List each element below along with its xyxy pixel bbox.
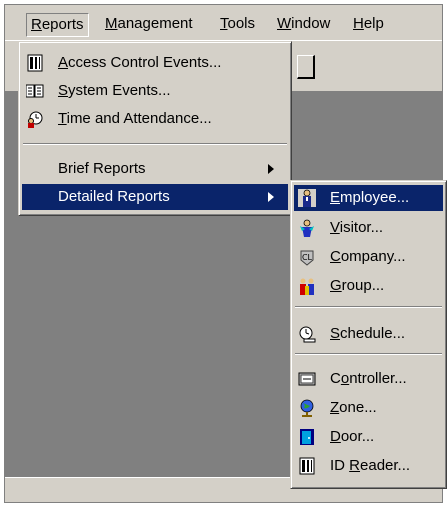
- menu-item-label: Group...: [330, 273, 384, 299]
- menu-item-label: Employee...: [330, 185, 409, 211]
- label-text: oor...: [340, 428, 375, 445]
- submenu-arrow-icon: [268, 164, 274, 174]
- toolbar: [293, 49, 442, 83]
- label-prefix: ID: [330, 457, 350, 474]
- menu-separator: [295, 353, 442, 355]
- detailed-reports-submenu: Employee... Visitor... CL Company... Gro…: [290, 180, 447, 489]
- menu-item-schedule[interactable]: Schedule...: [294, 321, 443, 347]
- mnemonic: S: [330, 325, 341, 342]
- menu-item-label: Brief Reports: [58, 160, 146, 177]
- svg-text:CL: CL: [302, 253, 313, 262]
- menu-reports-mnemonic: R: [31, 16, 42, 33]
- toolbar-button[interactable]: [297, 55, 315, 79]
- menu-item-label: ID Reader...: [330, 453, 410, 479]
- label-text: chedule...: [340, 325, 406, 342]
- menu-item-access-control-events[interactable]: Access Control Events...: [22, 50, 288, 76]
- menu-item-label: Access Control Events...: [58, 50, 221, 76]
- menu-item-id-reader[interactable]: ID Reader...: [294, 453, 443, 479]
- controller-icon: [298, 372, 316, 386]
- label-text: ntroller...: [349, 370, 407, 387]
- clock-person-icon: [28, 111, 43, 128]
- mnemonic: o: [340, 370, 350, 387]
- menu-bar: Reports Management Tools Window Help: [5, 5, 442, 41]
- menu-item-system-events[interactable]: System Events...: [22, 78, 288, 104]
- menu-item-time-and-attendance[interactable]: Time and Attendance...: [22, 106, 288, 132]
- id-reader-icon: [299, 457, 315, 475]
- group-people-icon: [300, 278, 314, 295]
- menu-window-label: indow: [291, 15, 331, 32]
- label-text: eader...: [360, 457, 411, 474]
- schedule-clock-icon: [299, 326, 316, 343]
- label-text: isitor...: [339, 219, 384, 236]
- menu-item-detailed-reports[interactable]: Detailed Reports: [22, 184, 288, 210]
- door-icon: [300, 429, 314, 445]
- mnemonic: A: [58, 54, 69, 71]
- mnemonic: R: [349, 457, 361, 474]
- menu-item-label: Controller...: [330, 366, 407, 392]
- menu-reports-label: eports: [41, 16, 84, 33]
- mnemonic: C: [330, 248, 341, 265]
- menu-management[interactable]: Management: [101, 13, 197, 37]
- label-text: ccess Control Events...: [68, 54, 222, 71]
- label-text: roup...: [341, 277, 385, 294]
- menu-item-label: Company...: [330, 244, 406, 270]
- menu-window-mnemonic: W: [277, 15, 292, 32]
- menu-tools[interactable]: Tools: [216, 13, 259, 37]
- menu-item-label: Door...: [330, 424, 374, 450]
- mnemonic: Z: [330, 399, 340, 416]
- menu-item-label: Detailed Reports: [58, 188, 170, 205]
- menu-item-door[interactable]: Door...: [294, 424, 443, 450]
- label-text: ime and Attendance...: [66, 110, 212, 127]
- menu-item-label: System Events...: [58, 78, 171, 104]
- mnemonic: E: [330, 189, 341, 206]
- visitor-person-icon: [300, 219, 314, 237]
- mnemonic: G: [330, 277, 342, 294]
- menu-item-employee[interactable]: Employee...: [294, 185, 443, 211]
- menu-help[interactable]: Help: [349, 13, 388, 37]
- menu-separator: [23, 143, 287, 145]
- menu-tools-mnemonic: T: [220, 15, 228, 32]
- label-text: ompany...: [340, 248, 406, 265]
- system-book-icon: [26, 84, 44, 98]
- menu-item-label: Zone...: [330, 395, 377, 421]
- menu-item-zone[interactable]: Zone...: [294, 395, 443, 421]
- menu-item-group[interactable]: Group...: [294, 273, 443, 299]
- menu-item-visitor[interactable]: Visitor...: [294, 215, 443, 241]
- menu-item-label: Visitor...: [330, 215, 383, 241]
- reports-dropdown: Access Control Events... System Events..…: [18, 41, 292, 216]
- menu-item-label: Time and Attendance...: [58, 106, 212, 132]
- menu-help-mnemonic: H: [353, 15, 364, 32]
- menu-item-brief-reports[interactable]: Brief Reports: [22, 156, 288, 182]
- reader-panel-icon: [27, 54, 43, 72]
- label-text: mployee...: [340, 189, 410, 206]
- label-text: one...: [339, 399, 377, 416]
- menu-item-company[interactable]: CL Company...: [294, 244, 443, 270]
- menu-reports[interactable]: Reports: [26, 13, 89, 37]
- menu-item-label: Schedule...: [330, 321, 405, 347]
- zone-globe-icon: [300, 399, 314, 417]
- menu-help-label: elp: [363, 15, 384, 32]
- submenu-arrow-icon: [268, 192, 274, 202]
- mnemonic: V: [330, 219, 340, 236]
- menu-tools-label: ools: [227, 15, 256, 32]
- employee-person-icon: [298, 189, 316, 207]
- menu-separator: [295, 306, 442, 308]
- label-text: ystem Events...: [68, 82, 171, 99]
- menu-management-mnemonic: M: [105, 15, 118, 32]
- mnemonic: D: [330, 428, 341, 445]
- menu-item-controller[interactable]: Controller...: [294, 366, 443, 392]
- company-icon: CL: [300, 250, 314, 266]
- menu-management-label: anagement: [117, 15, 193, 32]
- mnemonic: S: [58, 82, 69, 99]
- label-prefix: C: [330, 370, 341, 387]
- menu-window[interactable]: Window: [273, 13, 334, 37]
- mnemonic: T: [58, 110, 67, 127]
